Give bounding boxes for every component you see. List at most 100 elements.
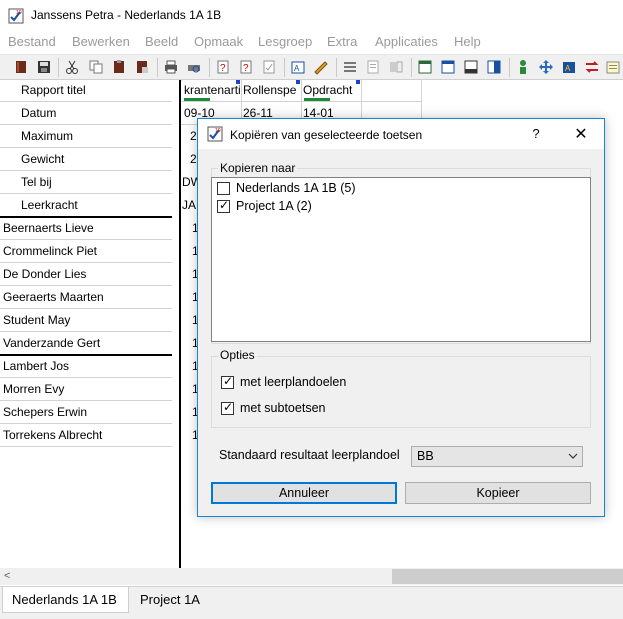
transfer-icon[interactable] xyxy=(584,59,600,75)
svg-text:A: A xyxy=(294,64,300,73)
app-icon: 10 xyxy=(207,126,223,142)
standard-result-select[interactable]: BB xyxy=(411,446,583,467)
student-name[interactable]: Morren Evy xyxy=(3,382,64,396)
checkmark-icon: ✓ xyxy=(219,198,230,212)
paste-icon[interactable] xyxy=(111,59,127,75)
svg-text:A: A xyxy=(565,64,571,73)
target-checkbox[interactable]: ✓ xyxy=(217,198,230,213)
header-label-rapport-titel: Rapport titel xyxy=(21,83,86,97)
student-name[interactable]: Crommelinck Piet xyxy=(3,244,97,258)
menu-beeld[interactable]: Beeld xyxy=(145,34,178,49)
menu-bestand[interactable]: Bestand xyxy=(8,34,56,49)
student-name[interactable]: Torrekens Albrecht xyxy=(3,428,102,442)
close-icon[interactable]: ✕ xyxy=(573,124,589,144)
paste-special-icon[interactable] xyxy=(134,59,150,75)
scroll-thumb[interactable] xyxy=(392,569,623,584)
header-label-tel-bij: Tel bij xyxy=(21,175,52,189)
menu-bewerken[interactable]: Bewerken xyxy=(72,34,130,49)
scroll-left-arrow-icon[interactable]: < xyxy=(4,570,10,582)
svg-text:?: ? xyxy=(243,63,249,74)
note-icon[interactable] xyxy=(605,59,621,75)
copy-tests-dialog: 10 Kopiëren van geselecteerde toetsen ? … xyxy=(197,118,605,517)
column-teacher: JA xyxy=(182,198,197,212)
tab-project-1a[interactable]: Project 1A xyxy=(131,587,211,613)
dialog-title: Kopiëren van geselecteerde toetsen xyxy=(230,128,423,142)
print-preview-icon[interactable] xyxy=(186,59,202,75)
sheet-tabs: Nederlands 1A 1B Project 1A xyxy=(0,586,623,619)
cut-icon[interactable] xyxy=(64,59,80,75)
save-icon[interactable] xyxy=(36,59,52,75)
list-icon[interactable] xyxy=(342,59,358,75)
app-icon: 10 xyxy=(8,8,24,24)
option-checkbox[interactable]: ✓ xyxy=(221,400,234,415)
menu-lesgroep[interactable]: Lesgroep xyxy=(258,34,312,49)
header-label-gewicht: Gewicht xyxy=(21,152,65,166)
student-name[interactable]: Student May xyxy=(3,313,70,327)
checkmark-icon: ✓ xyxy=(223,374,234,388)
standard-result-label: Standaard resultaat leerplandoel xyxy=(219,448,400,462)
standard-result-value: BB xyxy=(417,449,434,463)
window-2-icon[interactable] xyxy=(440,59,456,75)
student-name[interactable]: Schepers Erwin xyxy=(3,405,87,419)
cancel-button[interactable]: Annuleer xyxy=(211,482,397,504)
question-doc-icon[interactable]: ? xyxy=(215,59,231,75)
help-icon[interactable]: ? xyxy=(528,126,544,141)
test-icon[interactable]: A xyxy=(290,59,306,75)
target-list[interactable]: Nederlands 1A 1B (5) ✓ Project 1A (2) xyxy=(211,177,591,342)
menu-applicaties[interactable]: Applicaties xyxy=(375,34,438,49)
check-doc-icon[interactable] xyxy=(261,59,277,75)
options-label: Opties xyxy=(218,348,257,362)
window-title: Janssens Petra - Nederlands 1A 1B xyxy=(31,8,222,22)
student-name[interactable]: Vanderzande Gert xyxy=(3,336,100,350)
header-label-leerkracht: Leerkracht xyxy=(21,198,78,212)
column-marker xyxy=(304,98,330,101)
target-label: Project 1A (2) xyxy=(236,199,312,213)
window-4-icon[interactable] xyxy=(486,59,502,75)
column-tel-bij: DW xyxy=(182,175,198,189)
checkmark-icon: ✓ xyxy=(223,400,234,414)
list-3-icon[interactable] xyxy=(388,59,404,75)
book-icon[interactable] xyxy=(13,59,29,75)
window-3-icon[interactable] xyxy=(463,59,479,75)
option-label: met subtoetsen xyxy=(240,401,326,415)
student-name[interactable]: Lambert Jos xyxy=(3,359,69,373)
print-icon[interactable] xyxy=(163,59,179,75)
tab-nederlands-1a-1b[interactable]: Nederlands 1A 1B xyxy=(2,587,129,613)
frozen-column-divider xyxy=(179,80,181,568)
question-doc-2-icon[interactable]: ? xyxy=(238,59,254,75)
column-title[interactable]: Rollenspe xyxy=(243,83,301,97)
menu-opmaak[interactable]: Opmaak xyxy=(194,34,243,49)
menu-bar: Bestand Bewerken Beeld Opmaak Lesgroep E… xyxy=(0,32,623,52)
column-marker xyxy=(184,98,210,101)
student-name[interactable]: Geeraerts Maarten xyxy=(3,290,104,304)
window-icon[interactable] xyxy=(417,59,433,75)
column-title[interactable]: krantenarti xyxy=(184,83,241,97)
menu-extra[interactable]: Extra xyxy=(327,34,357,49)
svg-text:10: 10 xyxy=(16,10,22,16)
options-group xyxy=(211,356,591,428)
copy-icon[interactable] xyxy=(88,59,104,75)
move-arrows-icon[interactable] xyxy=(538,59,554,75)
title-bar: 10 Janssens Petra - Nederlands 1A 1B xyxy=(0,0,623,32)
pencil-icon[interactable] xyxy=(313,59,329,75)
column-title[interactable]: Opdracht xyxy=(303,83,361,97)
chevron-down-icon xyxy=(568,453,578,459)
copy-to-label: Kopieren naar xyxy=(218,161,298,175)
target-label: Nederlands 1A 1B (5) xyxy=(236,181,356,195)
list-2-icon[interactable] xyxy=(365,59,381,75)
student-name[interactable]: Beernaerts Lieve xyxy=(3,221,94,235)
person-icon[interactable] xyxy=(515,59,531,75)
toolbar: ? ? A A xyxy=(0,54,623,80)
target-checkbox[interactable] xyxy=(217,182,230,195)
student-name[interactable]: De Donder Lies xyxy=(3,267,86,281)
option-label: met leerplandoelen xyxy=(240,375,347,389)
header-label-datum: Datum xyxy=(21,106,57,120)
horizontal-scrollbar[interactable]: < xyxy=(0,568,623,585)
option-checkbox[interactable]: ✓ xyxy=(221,374,234,389)
copy-button[interactable]: Kopieer xyxy=(405,482,591,504)
dialog-title-bar: 10 Kopiëren van geselecteerde toetsen ? … xyxy=(198,119,604,149)
svg-text:10: 10 xyxy=(215,128,221,134)
grade-icon[interactable]: A xyxy=(561,59,577,75)
header-label-maximum: Maximum xyxy=(21,129,74,143)
menu-help[interactable]: Help xyxy=(454,34,481,49)
